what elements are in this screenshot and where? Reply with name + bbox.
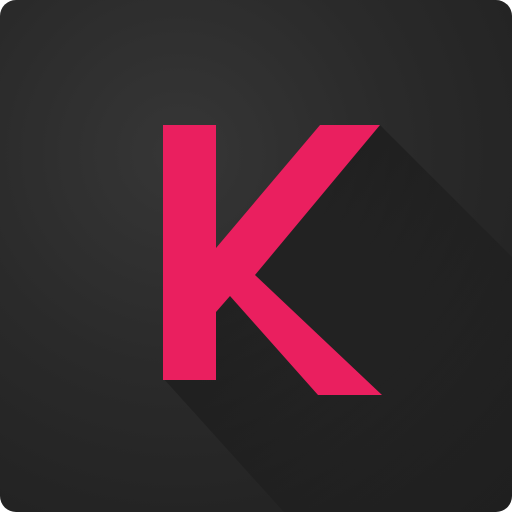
app-icon-tile[interactable] [0, 0, 512, 512]
k-logo-icon [163, 125, 512, 512]
